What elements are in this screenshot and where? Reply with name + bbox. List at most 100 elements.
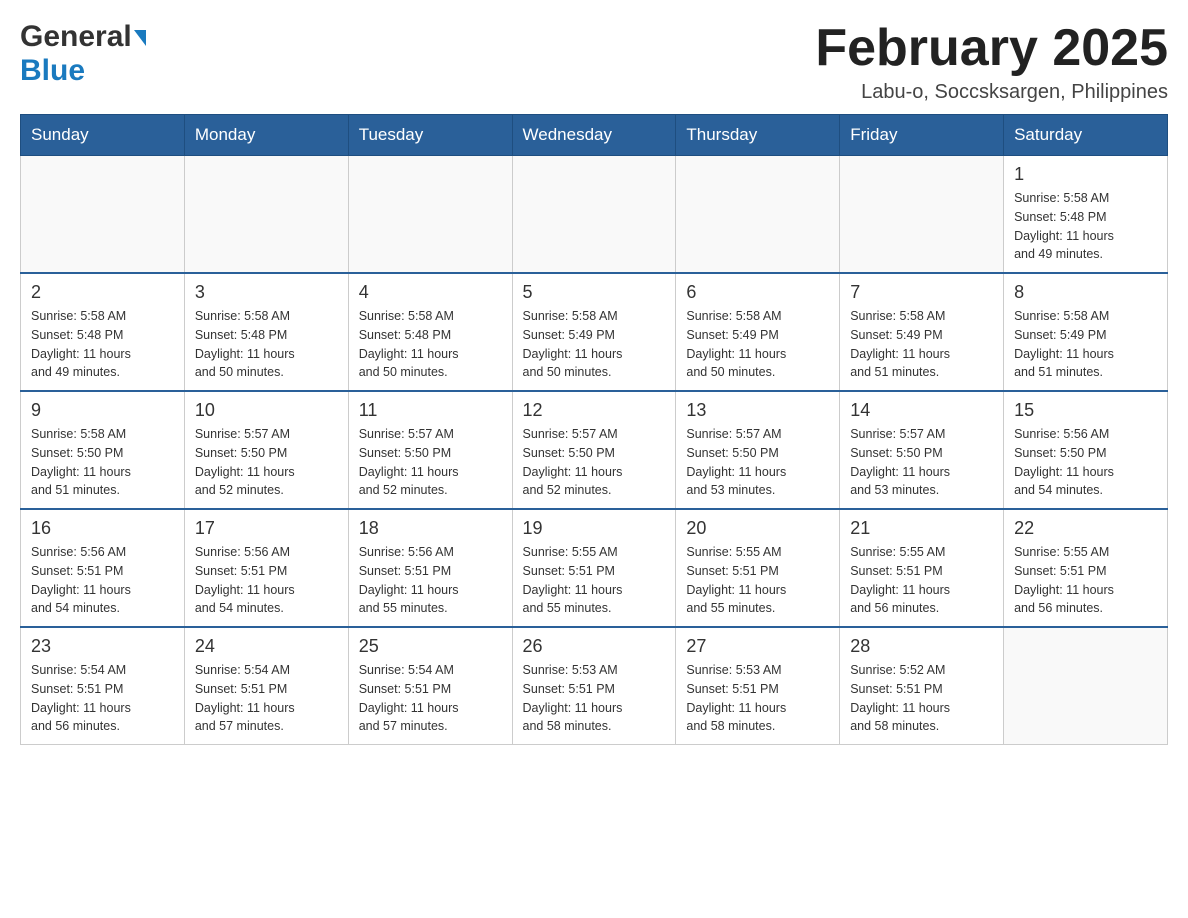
- day-number: 20: [686, 518, 829, 539]
- header-wednesday: Wednesday: [512, 115, 676, 156]
- day-number: 5: [523, 282, 666, 303]
- table-row: 3 Sunrise: 5:58 AM Sunset: 5:48 PM Daylig…: [184, 273, 348, 391]
- header-saturday: Saturday: [1004, 115, 1168, 156]
- day-number: 26: [523, 636, 666, 657]
- day-number: 8: [1014, 282, 1157, 303]
- table-row: 7 Sunrise: 5:58 AM Sunset: 5:49 PM Daylig…: [840, 273, 1004, 391]
- table-row: 22 Sunrise: 5:55 AM Sunset: 5:51 PM Dayli…: [1004, 509, 1168, 627]
- day-info: Sunrise: 5:58 AM Sunset: 5:48 PM Dayligh…: [31, 307, 174, 382]
- day-number: 3: [195, 282, 338, 303]
- day-info: Sunrise: 5:56 AM Sunset: 5:50 PM Dayligh…: [1014, 425, 1157, 500]
- table-row: [1004, 627, 1168, 745]
- table-row: 17Sunrise: 5:56 AM Sunset: 5:51 PM Dayli…: [184, 509, 348, 627]
- day-info: Sunrise: 5:58 AM Sunset: 5:48 PM Dayligh…: [359, 307, 502, 382]
- table-row: [840, 156, 1004, 274]
- table-row: [512, 156, 676, 274]
- day-number: 7: [850, 282, 993, 303]
- table-row: [184, 156, 348, 274]
- table-row: 11Sunrise: 5:57 AM Sunset: 5:50 PM Dayli…: [348, 391, 512, 509]
- table-row: 18Sunrise: 5:56 AM Sunset: 5:51 PM Dayli…: [348, 509, 512, 627]
- day-info: Sunrise: 5:54 AM Sunset: 5:51 PM Dayligh…: [31, 661, 174, 736]
- table-row: 12Sunrise: 5:57 AM Sunset: 5:50 PM Dayli…: [512, 391, 676, 509]
- header-friday: Friday: [840, 115, 1004, 156]
- header-thursday: Thursday: [676, 115, 840, 156]
- week-row-4: 16 Sunrise: 5:56 AM Sunset: 5:51 PM Dayli…: [21, 509, 1168, 627]
- day-number: 6: [686, 282, 829, 303]
- day-number: 25: [359, 636, 502, 657]
- day-info: Sunrise: 5:57 AM Sunset: 5:50 PM Dayligh…: [359, 425, 502, 500]
- day-number: 4: [359, 282, 502, 303]
- logo: General Blue: [20, 20, 146, 88]
- day-info: Sunrise: 5:54 AM Sunset: 5:51 PM Dayligh…: [195, 661, 338, 736]
- day-number: 10: [195, 400, 338, 421]
- day-info: Sunrise: 5:53 AM Sunset: 5:51 PM Dayligh…: [523, 661, 666, 736]
- day-number: 16: [31, 518, 174, 539]
- table-row: 1 Sunrise: 5:58 AM Sunset: 5:48 PM Daylig…: [1004, 156, 1168, 274]
- day-info: Sunrise: 5:58 AM Sunset: 5:49 PM Dayligh…: [1014, 307, 1157, 382]
- day-info: Sunrise: 5:58 AM Sunset: 5:49 PM Dayligh…: [850, 307, 993, 382]
- day-number: 12: [523, 400, 666, 421]
- day-number: 1: [1014, 164, 1157, 185]
- table-row: 4 Sunrise: 5:58 AM Sunset: 5:48 PM Daylig…: [348, 273, 512, 391]
- day-number: 9: [31, 400, 174, 421]
- month-title: February 2025: [815, 20, 1168, 77]
- title-section: February 2025 Labu-o, Soccsksargen, Phil…: [815, 20, 1168, 104]
- table-row: 9 Sunrise: 5:58 AM Sunset: 5:50 PM Daylig…: [21, 391, 185, 509]
- logo-general-text: General: [20, 20, 132, 54]
- day-info: Sunrise: 5:55 AM Sunset: 5:51 PM Dayligh…: [686, 543, 829, 618]
- table-row: 15 Sunrise: 5:56 AM Sunset: 5:50 PM Dayli…: [1004, 391, 1168, 509]
- logo-arrow-icon: [134, 30, 146, 46]
- day-info: Sunrise: 5:55 AM Sunset: 5:51 PM Dayligh…: [1014, 543, 1157, 618]
- table-row: 19 Sunrise: 5:55 AM Sunset: 5:51 PM Dayli…: [512, 509, 676, 627]
- header-sunday: Sunday: [21, 115, 185, 156]
- day-number: 14: [850, 400, 993, 421]
- day-number: 15: [1014, 400, 1157, 421]
- day-number: 24: [195, 636, 338, 657]
- table-row: 25 Sunrise: 5:54 AM Sunset: 5:51 PM Dayli…: [348, 627, 512, 745]
- day-number: 17: [195, 518, 338, 539]
- day-number: 27: [686, 636, 829, 657]
- day-number: 13: [686, 400, 829, 421]
- table-row: 6 Sunrise: 5:58 AM Sunset: 5:49 PM Daylig…: [676, 273, 840, 391]
- day-info: Sunrise: 5:55 AM Sunset: 5:51 PM Dayligh…: [850, 543, 993, 618]
- table-row: 28Sunrise: 5:52 AM Sunset: 5:51 PM Dayli…: [840, 627, 1004, 745]
- table-row: [676, 156, 840, 274]
- logo-blue-text: Blue: [20, 54, 85, 87]
- table-row: 14 Sunrise: 5:57 AM Sunset: 5:50 PM Dayli…: [840, 391, 1004, 509]
- day-info: Sunrise: 5:58 AM Sunset: 5:48 PM Dayligh…: [195, 307, 338, 382]
- day-info: Sunrise: 5:57 AM Sunset: 5:50 PM Dayligh…: [850, 425, 993, 500]
- day-info: Sunrise: 5:58 AM Sunset: 5:49 PM Dayligh…: [523, 307, 666, 382]
- table-row: [348, 156, 512, 274]
- header-tuesday: Tuesday: [348, 115, 512, 156]
- day-info: Sunrise: 5:58 AM Sunset: 5:49 PM Dayligh…: [686, 307, 829, 382]
- week-row-3: 9 Sunrise: 5:58 AM Sunset: 5:50 PM Daylig…: [21, 391, 1168, 509]
- table-row: 5 Sunrise: 5:58 AM Sunset: 5:49 PM Daylig…: [512, 273, 676, 391]
- day-info: Sunrise: 5:57 AM Sunset: 5:50 PM Dayligh…: [195, 425, 338, 500]
- day-number: 2: [31, 282, 174, 303]
- day-number: 19: [523, 518, 666, 539]
- day-info: Sunrise: 5:58 AM Sunset: 5:48 PM Dayligh…: [1014, 189, 1157, 264]
- day-info: Sunrise: 5:55 AM Sunset: 5:51 PM Dayligh…: [523, 543, 666, 618]
- header-monday: Monday: [184, 115, 348, 156]
- day-info: Sunrise: 5:56 AM Sunset: 5:51 PM Dayligh…: [31, 543, 174, 618]
- week-row-5: 23Sunrise: 5:54 AM Sunset: 5:51 PM Dayli…: [21, 627, 1168, 745]
- table-row: [21, 156, 185, 274]
- table-row: 24 Sunrise: 5:54 AM Sunset: 5:51 PM Dayli…: [184, 627, 348, 745]
- weekday-header-row: Sunday Monday Tuesday Wednesday Thursday…: [21, 115, 1168, 156]
- table-row: 13Sunrise: 5:57 AM Sunset: 5:50 PM Dayli…: [676, 391, 840, 509]
- day-info: Sunrise: 5:56 AM Sunset: 5:51 PM Dayligh…: [359, 543, 502, 618]
- day-number: 22: [1014, 518, 1157, 539]
- page-header: General Blue February 2025 Labu-o, Soccs…: [20, 20, 1168, 104]
- week-row-2: 2 Sunrise: 5:58 AM Sunset: 5:48 PM Daylig…: [21, 273, 1168, 391]
- day-number: 21: [850, 518, 993, 539]
- day-info: Sunrise: 5:58 AM Sunset: 5:50 PM Dayligh…: [31, 425, 174, 500]
- table-row: 16 Sunrise: 5:56 AM Sunset: 5:51 PM Dayli…: [21, 509, 185, 627]
- week-row-1: 1 Sunrise: 5:58 AM Sunset: 5:48 PM Daylig…: [21, 156, 1168, 274]
- table-row: 10 Sunrise: 5:57 AM Sunset: 5:50 PM Dayli…: [184, 391, 348, 509]
- day-info: Sunrise: 5:53 AM Sunset: 5:51 PM Dayligh…: [686, 661, 829, 736]
- day-info: Sunrise: 5:54 AM Sunset: 5:51 PM Dayligh…: [359, 661, 502, 736]
- day-number: 28: [850, 636, 993, 657]
- location-title: Labu-o, Soccsksargen, Philippines: [815, 81, 1168, 104]
- table-row: 8 Sunrise: 5:58 AM Sunset: 5:49 PM Daylig…: [1004, 273, 1168, 391]
- table-row: 21 Sunrise: 5:55 AM Sunset: 5:51 PM Dayli…: [840, 509, 1004, 627]
